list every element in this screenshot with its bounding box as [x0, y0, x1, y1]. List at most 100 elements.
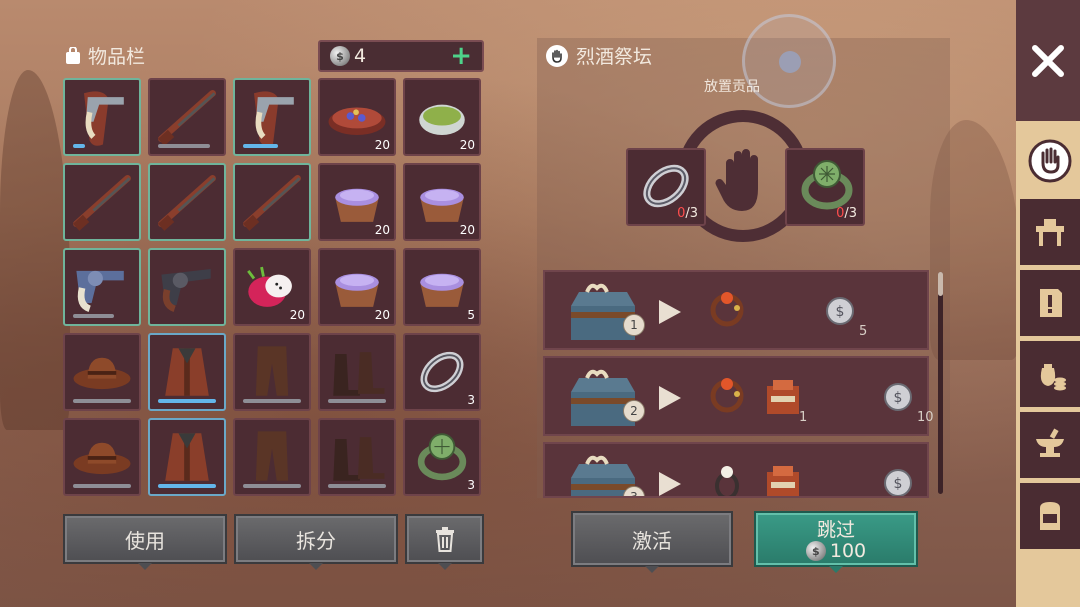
inventory-slot[interactable] — [148, 418, 226, 496]
durability-bar — [158, 144, 211, 148]
dark-revolver-icon — [161, 268, 211, 312]
inventory-slot[interactable] — [318, 333, 396, 411]
add-currency-button[interactable]: + — [450, 43, 472, 69]
rifle-icon — [158, 89, 216, 146]
split-button[interactable]: 拆分 — [234, 514, 398, 570]
altar-header: 烈酒祭坛 — [546, 42, 652, 69]
supply-crate-icon — [767, 380, 799, 414]
skip-cost: $ 100 — [756, 540, 916, 562]
durability-bar — [73, 144, 85, 148]
inventory-slot[interactable] — [148, 78, 226, 156]
inventory-title: 物品栏 — [88, 46, 146, 68]
reward-level: 1 — [623, 314, 645, 336]
inventory-slot[interactable]: 20 — [318, 78, 396, 156]
offer-slot-2[interactable]: 0/3 — [785, 148, 865, 226]
hand-icon — [546, 44, 568, 67]
blue-revolver-icon — [76, 270, 124, 312]
tab-altar[interactable] — [1018, 128, 1080, 194]
skip-button[interactable]: 跳过 $ 100 — [754, 511, 918, 573]
arrow-right-icon — [659, 300, 681, 324]
tab-map[interactable] — [1018, 270, 1080, 336]
activate-button[interactable]: 激活 — [571, 511, 733, 573]
silver-coin-icon: $ — [330, 46, 350, 66]
inventory-slot[interactable]: 20 — [403, 163, 481, 241]
inventory-slot[interactable]: 3 — [403, 333, 481, 411]
inventory-slot[interactable] — [148, 248, 226, 326]
tab-workbench[interactable] — [1018, 199, 1080, 265]
leather-coat-icon — [165, 433, 209, 481]
inventory-slot[interactable] — [233, 418, 311, 496]
inventory-slot[interactable]: 20 — [233, 248, 311, 326]
revolver-holster-icon — [253, 91, 294, 146]
inventory-slot[interactable] — [63, 78, 141, 156]
use-button[interactable]: 使用 — [63, 514, 227, 570]
reward-scroll-thumb[interactable] — [938, 272, 943, 296]
inventory-slot[interactable]: 3 — [403, 418, 481, 496]
reward-row[interactable]: 2 1 $10 — [543, 356, 934, 436]
close-button[interactable] — [1016, 0, 1080, 124]
offer-label: 放置贡品 — [704, 79, 760, 95]
durability-bar — [73, 399, 131, 403]
inventory-slot[interactable] — [233, 333, 311, 411]
reward-quantity: 5 — [859, 324, 868, 339]
item-quantity: 20 — [459, 138, 475, 152]
reward-row[interactable]: 1 $5 — [543, 270, 929, 350]
svg-text:$: $ — [894, 390, 903, 406]
big-hand-icon — [715, 149, 758, 211]
bracelet-icon — [710, 292, 744, 327]
rifle-icon — [73, 174, 131, 231]
durability-bar — [158, 399, 216, 403]
boots-icon — [333, 352, 385, 396]
leather-pants-icon — [255, 346, 289, 396]
reward-quantity: 10 — [917, 410, 934, 425]
arrow-right-icon — [659, 386, 681, 410]
currency-bar: $ 4 + — [318, 40, 484, 72]
close-icon — [1032, 44, 1064, 77]
svg-text:$: $ — [894, 476, 903, 492]
reward-scrollbar[interactable] — [938, 272, 943, 494]
inventory-slot[interactable] — [63, 333, 141, 411]
silver-coin-icon: $ — [884, 383, 912, 411]
trash-icon — [435, 527, 454, 552]
silver-coin-icon: $ — [884, 469, 912, 496]
durability-bar — [328, 399, 386, 403]
inventory-header: 物品栏 — [64, 42, 145, 69]
inventory-slot[interactable] — [318, 418, 396, 496]
rifle-icon — [243, 174, 301, 231]
inventory-grid: 20 20 20 20 20 20 5 3 3 — [63, 78, 481, 496]
skip-label: 跳过 — [816, 519, 855, 541]
currency-amount: 4 — [354, 45, 367, 67]
inventory-slot[interactable] — [63, 163, 141, 241]
inventory-slot[interactable] — [63, 248, 141, 326]
inventory-slot[interactable] — [233, 78, 311, 156]
offer-count: 0/3 — [677, 206, 698, 221]
tab-backpack[interactable] — [1018, 483, 1080, 549]
coin-sack-icon — [1040, 364, 1066, 391]
durability-bar — [158, 484, 216, 488]
reward-row[interactable]: 3 $ — [543, 442, 929, 498]
durability-bar — [243, 144, 278, 148]
pearl-ring-icon — [715, 466, 739, 496]
rifle-icon — [158, 174, 216, 231]
tab-resources[interactable] — [1018, 341, 1080, 407]
inventory-slot[interactable]: 5 — [403, 248, 481, 326]
durability-bar — [328, 484, 386, 488]
trash-button[interactable] — [405, 514, 484, 570]
inventory-slot[interactable] — [63, 418, 141, 496]
background-rock — [0, 70, 70, 430]
tab-anvil[interactable] — [1018, 412, 1080, 478]
revolver-holster-icon — [83, 91, 124, 146]
hand-icon — [1028, 139, 1072, 183]
boots-icon — [333, 437, 385, 481]
item-quantity: 3 — [467, 478, 475, 492]
inventory-slot[interactable] — [148, 163, 226, 241]
inventory-slot[interactable]: 20 — [318, 248, 396, 326]
offer-slot-1[interactable]: 0/3 — [626, 148, 706, 226]
item-quantity: 20 — [374, 223, 390, 237]
supply-crate-icon — [767, 466, 799, 496]
inventory-slot[interactable] — [148, 333, 226, 411]
inventory-slot[interactable]: 20 — [403, 78, 481, 156]
item-quantity: 3 — [467, 393, 475, 407]
inventory-slot[interactable]: 20 — [318, 163, 396, 241]
inventory-slot[interactable] — [233, 163, 311, 241]
